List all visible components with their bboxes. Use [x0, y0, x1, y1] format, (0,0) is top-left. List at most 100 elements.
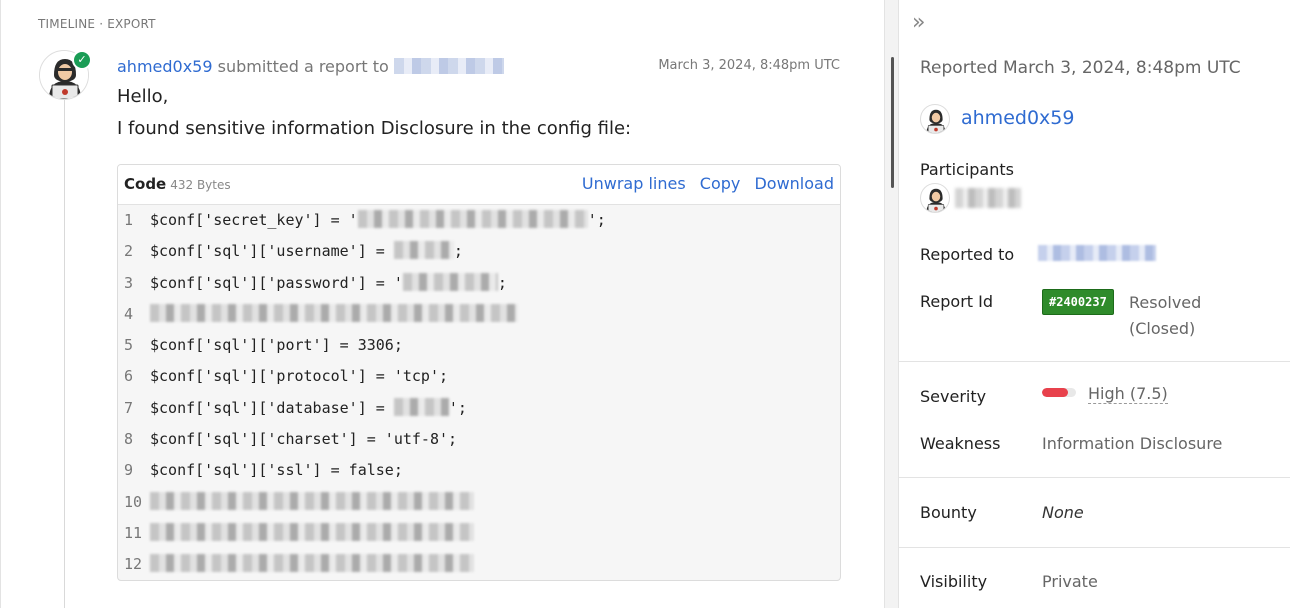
code-text-start: $conf['secret_key'] = ' — [150, 211, 358, 229]
weakness-label: Weakness — [920, 434, 1001, 453]
participant-avatar[interactable] — [920, 183, 950, 213]
code-text: $conf['sql']['ssl'] = false; — [150, 455, 403, 486]
report-timestamp: March 3, 2024, 8:48pm UTC — [658, 58, 840, 73]
line-number: 11 — [124, 523, 143, 542]
report-id-badge: #2400237 — [1042, 289, 1114, 315]
redacted-code — [150, 303, 518, 322]
code-line: 6 $conf['sql']['protocol'] = 'tcp'; — [118, 361, 840, 392]
username-link[interactable]: ahmed0x59 — [117, 57, 213, 76]
code-text — [150, 518, 474, 549]
code-lines: 1 $conf['secret_key'] = ' '; 2 $conf['sql'][… — [118, 205, 840, 580]
code-text-start: $conf['sql']['password'] = ' — [150, 273, 403, 292]
line-number: 8 — [124, 430, 134, 449]
scrollbar[interactable] — [891, 57, 894, 188]
line-number: 2 — [124, 242, 134, 261]
redacted-code — [393, 397, 449, 416]
severity-label: Severity — [920, 387, 987, 406]
code-text-start: $conf['sql']['charset'] = 'utf-8'; — [150, 430, 458, 449]
reporter-username[interactable]: ahmed0x59 — [961, 107, 1074, 129]
collapse-sidebar-icon[interactable]: » — [912, 10, 925, 35]
redacted-code — [150, 522, 474, 541]
breadcrumb: TIMELINE · EXPORT — [38, 17, 156, 31]
code-line: 10 — [118, 487, 840, 518]
code-line: 4 — [118, 299, 840, 330]
verified-check-icon: ✓ — [72, 50, 92, 70]
weakness-value: Information Disclosure — [1042, 434, 1223, 453]
code-text — [150, 549, 474, 580]
redacted-code — [402, 272, 498, 291]
line-number: 10 — [124, 492, 143, 511]
code-text-start: $conf['sql']['ssl'] = false; — [150, 461, 403, 480]
reported-to-label: Reported to — [920, 245, 1015, 264]
code-text: $conf['sql']['username'] = ; — [150, 236, 463, 267]
visibility-label: Visibility — [920, 572, 988, 591]
code-text-end: '; — [448, 398, 467, 417]
severity-value[interactable]: High (7.5) — [1088, 384, 1168, 404]
code-line: 1 $conf['secret_key'] = ' '; — [118, 205, 840, 236]
hacker-avatar-icon — [926, 188, 946, 212]
code-text: $conf['sql']['protocol'] = 'tcp'; — [150, 361, 448, 392]
code-text: $conf['sql']['password'] = '; — [150, 268, 507, 299]
copy-button[interactable]: Copy — [700, 174, 741, 193]
code-size: 432 Bytes — [170, 178, 231, 192]
severity-meter-fill — [1042, 388, 1068, 397]
message-greeting: Hello, — [117, 86, 169, 107]
bounty-value: None — [1042, 503, 1084, 522]
code-text-start: $conf['sql']['username'] = — [150, 242, 394, 261]
report-id-label: Report Id — [920, 292, 993, 311]
hacker-avatar-icon — [926, 109, 946, 133]
divider — [899, 547, 1290, 548]
code-text-start: $conf['sql']['port'] = 3306; — [150, 336, 403, 355]
code-text: $conf['secret_key'] = ' '; — [150, 205, 606, 236]
redacted-code — [393, 241, 454, 260]
code-line: 7 $conf['sql']['database'] = '; — [118, 393, 840, 424]
participants-label: Participants — [920, 160, 1014, 179]
code-actions: Unwrap lines Copy Download — [573, 174, 834, 193]
unwrap-lines-button[interactable]: Unwrap lines — [582, 174, 686, 193]
line-number: 9 — [124, 461, 134, 480]
message-body: I found sensitive information Disclosure… — [117, 118, 632, 139]
redacted-code — [150, 554, 474, 573]
redacted-program — [393, 58, 504, 74]
line-number: 3 — [124, 273, 134, 292]
report-page: TIMELINE · EXPORT ✓ ahmed0x59 submitted … — [0, 0, 1290, 608]
line-number: 12 — [124, 555, 143, 574]
code-text-end: '; — [587, 211, 606, 229]
code-header: Code 432 Bytes Unwrap lines Copy Download — [118, 165, 840, 205]
severity-meter — [1042, 388, 1076, 397]
code-text: $conf['sql']['charset'] = 'utf-8'; — [150, 424, 457, 455]
code-title-wrap: Code 432 Bytes — [124, 175, 231, 193]
code-block: Code 432 Bytes Unwrap lines Copy Download… — [117, 164, 841, 581]
code-line: 5 $conf['sql']['port'] = 3306; — [118, 330, 840, 361]
report-state: Resolved (Closed) — [1129, 293, 1202, 338]
code-text — [150, 299, 518, 330]
report-sidebar: » Reported March 3, 2024, 8:48pm UTC ahm… — [899, 0, 1290, 608]
code-text — [150, 487, 474, 518]
code-text-start: $conf['sql']['database'] = — [150, 398, 394, 417]
action-text: submitted a report to — [217, 57, 389, 76]
code-text-end: ; — [453, 242, 463, 261]
reported-date: Reported March 3, 2024, 8:48pm UTC — [920, 58, 1241, 78]
code-line: 3 $conf['sql']['password'] = '; — [118, 268, 840, 299]
code-title: Code — [124, 175, 167, 193]
bounty-label: Bounty — [920, 503, 977, 522]
code-line: 8 $conf['sql']['charset'] = 'utf-8'; — [118, 424, 840, 455]
redacted-program-link — [1038, 245, 1156, 261]
download-button[interactable]: Download — [754, 174, 834, 193]
line-number: 5 — [124, 336, 134, 355]
code-text-end: ; — [497, 273, 507, 292]
code-text-start: $conf['sql']['protocol'] = 'tcp'; — [150, 367, 449, 386]
code-line: 12 — [118, 549, 840, 580]
code-line: 2 $conf['sql']['username'] = ; — [118, 236, 840, 267]
code-text: $conf['sql']['port'] = 3306; — [150, 330, 403, 361]
redacted-participant — [955, 188, 1021, 208]
visibility-value: Private — [1042, 572, 1098, 591]
redacted-code — [150, 491, 474, 510]
line-number: 4 — [124, 304, 134, 323]
code-text: $conf['sql']['database'] = '; — [150, 393, 467, 424]
report-header: ahmed0x59 submitted a report to — [117, 57, 504, 76]
timeline-line — [64, 100, 65, 608]
redacted-code — [357, 210, 588, 228]
reporter-avatar[interactable] — [920, 104, 950, 134]
code-line: 11 — [118, 518, 840, 549]
